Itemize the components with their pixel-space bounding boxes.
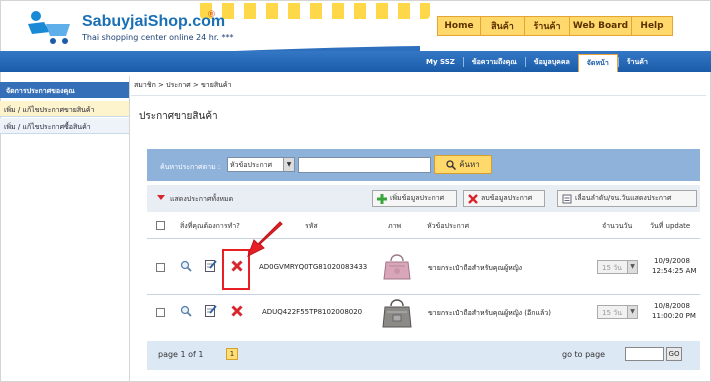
row-date: 10/8/2008: [654, 302, 690, 310]
col-code: รหัส: [305, 222, 318, 230]
shopping-cart-logo-icon: [28, 11, 70, 44]
search-icon: [446, 159, 457, 170]
handbag-thumbnail[interactable]: [382, 297, 412, 329]
row-time: 12:54:25 AM: [652, 267, 697, 275]
chevron-down-icon[interactable]: ▼: [627, 306, 637, 318]
top-navigation: Home สินค้า ร้านค้า Web Board Help: [437, 16, 673, 36]
table-row: ADUQ422F55TP8102008020 ขายกระเป๋าถือสำหร…: [147, 295, 700, 340]
row-checkbox[interactable]: [156, 308, 165, 317]
page-title: ประกาศขายสินค้า: [139, 111, 218, 122]
show-all-link[interactable]: แสดงประกาศทั้งหมด: [170, 194, 233, 205]
row-code: AD0GVMRYQ0TG81020083433: [259, 263, 368, 271]
topnav-item[interactable]: Home: [438, 17, 481, 35]
delete-x-icon[interactable]: [231, 305, 243, 317]
col-days: จำนวนวัน: [602, 222, 633, 230]
search-button-label: ค้นหา: [459, 160, 480, 169]
edit-pencil-icon[interactable]: [205, 304, 217, 317]
brand-name[interactable]: SabuyjaiShop.com: [82, 13, 225, 31]
sort-days-button[interactable]: เลื่อนลำดับ/จน.วันแสดงประกาศ: [557, 190, 697, 207]
sidebar-divider: [129, 76, 130, 382]
goto-label: go to page: [562, 350, 606, 359]
row-checkbox[interactable]: [156, 263, 165, 272]
sidebar-item-buy-posts[interactable]: เพิ่ม / แก้ไขประกาศซื้อสินค้า: [0, 118, 129, 134]
subnav-tab[interactable]: จัดหน้า: [577, 54, 618, 72]
add-post-button[interactable]: เพิ่มข้อมูลประกาศ: [372, 190, 457, 207]
member-subnav: My SSZ ข้อความถึงคุณ ข้อมูลบุคคล จัดหน้า ร้า…: [418, 51, 656, 72]
search-button[interactable]: ค้นหา: [434, 155, 492, 174]
row-subject[interactable]: ขายกระเป๋าถือสำหรับคุณผู้หญิง (อีกแล้ว): [428, 308, 551, 319]
chevron-down-icon[interactable]: ▼: [283, 158, 294, 171]
brand-tagline: Thai shopping center online 24 hr. ***: [82, 33, 234, 42]
search-label: ค้นหาประกาศตาม :: [160, 163, 221, 171]
row-subject[interactable]: ขายกระเป๋าถือสำหรับคุณผู้หญิง: [428, 263, 522, 274]
edit-pencil-icon[interactable]: [205, 259, 217, 272]
plus-icon: [377, 193, 387, 204]
select-all-checkbox[interactable]: [156, 221, 165, 230]
col-image: ภาพ: [388, 222, 402, 230]
breadcrumb-divider: [131, 95, 706, 96]
edit-list-icon: [562, 194, 572, 203]
delete-post-label: ลบข้อมูลประกาศ: [481, 194, 533, 202]
red-arrow-icon: [247, 221, 283, 258]
awning-decoration: [200, 3, 430, 19]
search-input[interactable]: [298, 157, 431, 173]
row-date: 10/9/2008: [654, 257, 690, 265]
subnav-tab[interactable]: ร้านค้า: [617, 56, 656, 67]
col-update: วันที่ update: [650, 222, 691, 230]
add-post-label: เพิ่มข้อมูลประกาศ: [390, 194, 445, 202]
col-subject: หัวข้อประกาศ: [427, 222, 470, 230]
row-time: 11:00:20 PM: [652, 312, 696, 320]
page-number-button[interactable]: 1: [226, 348, 238, 360]
topnav-item[interactable]: ร้านค้า: [525, 17, 570, 35]
delete-x-icon: [468, 193, 478, 204]
breadcrumb: สมาชิก > ประกาศ > ขายสินค้า: [134, 81, 232, 89]
sort-days-label: เลื่อนลำดับ/จน.วันแสดงประกาศ: [575, 194, 672, 202]
sidebar-item-sell-posts[interactable]: เพิ่ม / แก้ไขประกาศขายสินค้า: [0, 101, 129, 117]
brand-registered-mark: ®: [207, 10, 216, 20]
topnav-item[interactable]: Web Board: [570, 17, 632, 35]
goto-page-input[interactable]: [625, 347, 664, 361]
triangle-down-icon: [157, 195, 165, 200]
pager-text: page 1 of 1: [158, 350, 204, 359]
delete-post-button[interactable]: ลบข้อมูลประกาศ: [463, 190, 545, 207]
subnav-tab[interactable]: ข้อมูลบุคคล: [524, 56, 578, 67]
subnav-tab[interactable]: ข้อความถึงคุณ: [462, 56, 525, 67]
row-code: ADUQ422F55TP8102008020: [262, 308, 363, 316]
topnav-item[interactable]: สินค้า: [481, 17, 525, 35]
col-action: สิ่งที่คุณต้องการทำ?: [180, 222, 240, 230]
view-magnifier-icon[interactable]: [180, 305, 192, 317]
topnav-item[interactable]: Help: [632, 17, 672, 35]
chevron-down-icon[interactable]: ▼: [627, 261, 637, 273]
goto-button[interactable]: GO: [666, 347, 682, 361]
view-magnifier-icon[interactable]: [180, 260, 192, 272]
handbag-thumbnail[interactable]: [383, 251, 411, 281]
subnav-tab[interactable]: My SSZ: [418, 57, 463, 67]
sidebar-title: จัดการประกาศของคุณ: [0, 82, 129, 98]
